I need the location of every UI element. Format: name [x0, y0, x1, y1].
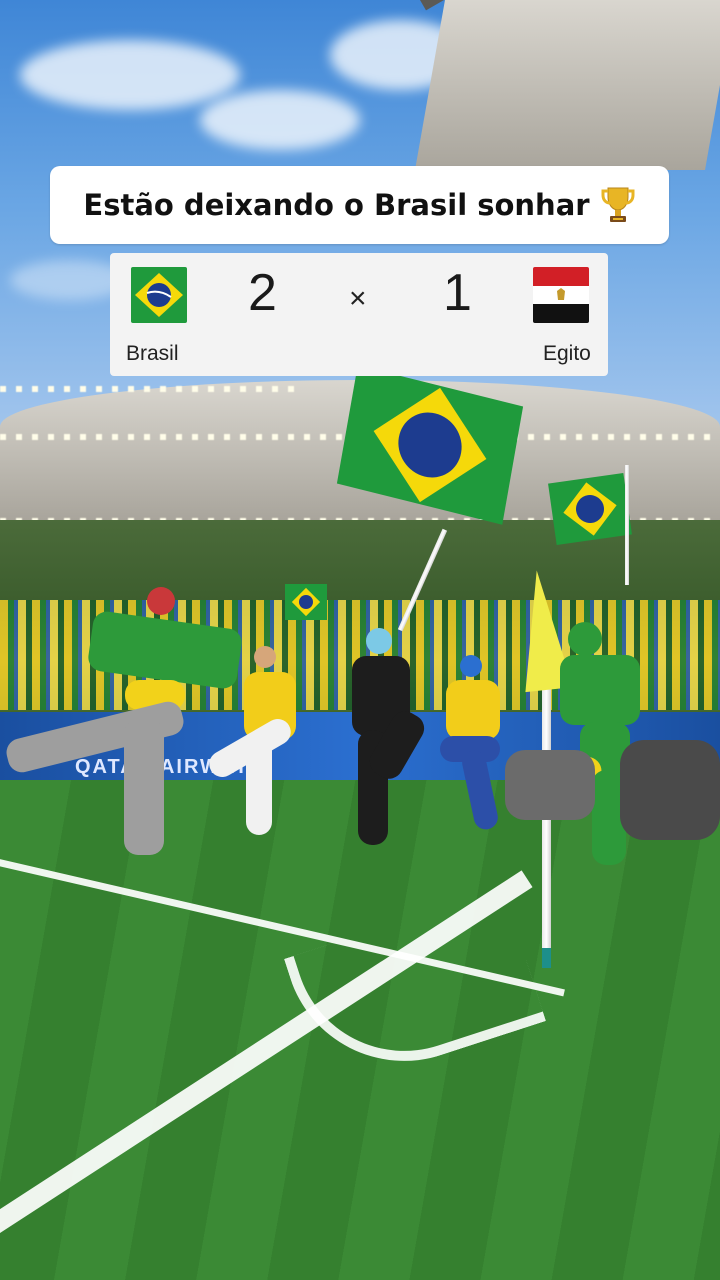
- corner-flag-base: [542, 948, 551, 968]
- video-frame[interactable]: QATAR AIRWAYS Estão deixando o Brasil so…: [0, 0, 720, 1280]
- trophy-icon: [600, 185, 636, 225]
- score-separator: ×: [349, 282, 367, 315]
- home-team-name: Brasil: [126, 342, 179, 365]
- cloud: [200, 90, 360, 150]
- brazil-flag-icon: [131, 267, 187, 323]
- brazil-flag-small: [548, 473, 632, 545]
- egypt-flag-icon: [533, 267, 589, 323]
- cloud: [20, 40, 240, 110]
- stadium-roof: [415, 0, 720, 170]
- away-score: 1: [443, 264, 472, 322]
- flag-pole: [625, 465, 629, 585]
- brazil-flag-crowd: [285, 584, 327, 620]
- away-team-name: Egito: [543, 342, 591, 365]
- headline-text: Estão deixando o Brasil sonhar: [83, 188, 590, 222]
- home-score: 2: [248, 264, 277, 322]
- headline-banner: Estão deixando o Brasil sonhar: [50, 166, 669, 244]
- stadium-lights: [0, 386, 300, 392]
